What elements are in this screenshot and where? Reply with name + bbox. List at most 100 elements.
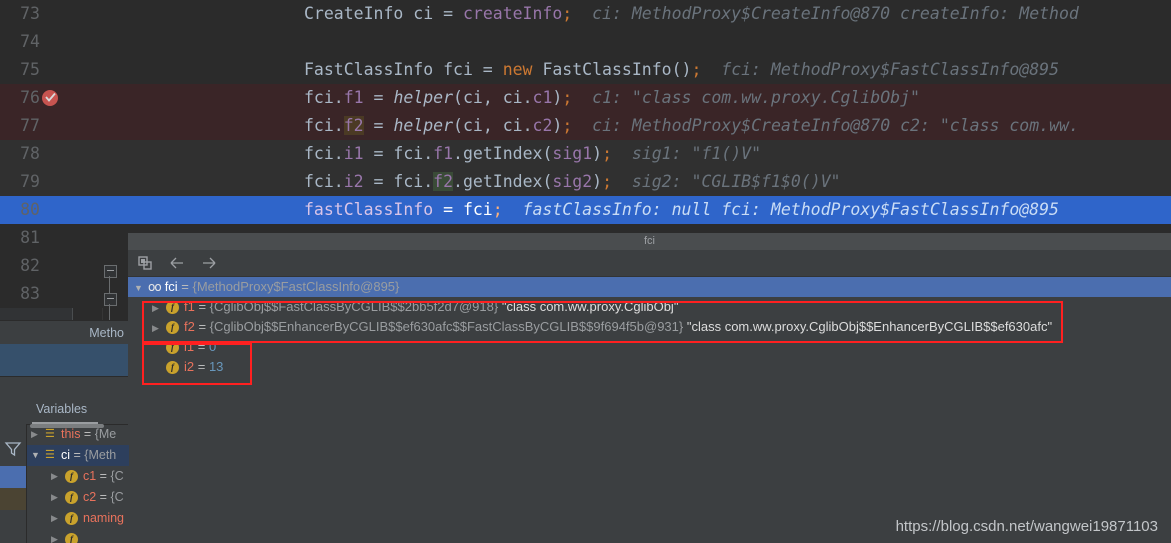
breadcrumb[interactable]: Metho (0, 320, 128, 344)
code-line[interactable]: 75 FastClassInfo fci = new FastClassInfo(… (0, 56, 1171, 84)
breakpoint-icon[interactable] (42, 90, 58, 106)
popup-toolbar[interactable] (128, 250, 1171, 277)
line-number: 79 (20, 172, 40, 191)
line-number: 74 (20, 32, 40, 51)
popup-tree-row[interactable]: ▼ oo fci = {MethodProxy$FastClassInfo@895} (128, 277, 1171, 297)
line-number: 82 (20, 256, 40, 275)
popup-tree-row[interactable]: ▶ f f2 = {CglibObj$$EnhancerByCGLIB$$ef630… (128, 317, 1171, 337)
line-number: 83 (20, 284, 40, 303)
equals-sign: = (194, 359, 209, 374)
variable-name: i2 (184, 359, 195, 374)
line-number: 75 (20, 60, 40, 79)
filter-icon[interactable] (4, 440, 22, 458)
line-number: 81 (20, 228, 40, 247)
chevron-down-icon[interactable]: ▼ (31, 445, 43, 466)
back-arrow-icon[interactable] (168, 254, 186, 272)
variable-reference: {MethodProxy$FastClassInfo@895} (192, 279, 400, 294)
inline-value-popup[interactable]: fci ▼ oo fci = {MethodProxy$FastClassInf… (128, 232, 1171, 401)
code-text: fci.i2 = fci.f2.getIndex(sig2); sig2: "C… (304, 172, 841, 191)
code-text: fci.i1 = fci.f1.getIndex(sig1); sig1: "f… (304, 144, 762, 163)
variable-name: f1 (184, 299, 195, 314)
field-icon: f (65, 512, 78, 526)
variables-tree-row[interactable]: ▶ ☰ this = {Me (27, 424, 129, 445)
variable-name: i1 (184, 339, 195, 354)
popup-title: fci (128, 233, 1171, 250)
popup-tree-row[interactable]: f i1 = 0 (128, 337, 1171, 357)
code-text: FastClassInfo fci = new FastClassInfo();… (304, 60, 1060, 79)
variable-reference: {CglibObj$$EnhancerByCGLIB$$ef630afc$$Fa… (209, 319, 684, 334)
chevron-right-icon[interactable]: ▶ (152, 298, 164, 317)
chevron-right-icon[interactable]: ▶ (51, 487, 63, 508)
code-line[interactable]: 78 fci.i1 = fci.f1.getIndex(sig1); sig1: … (0, 140, 1171, 168)
variable-name: c2 (83, 490, 97, 504)
line-number: 80 (20, 200, 40, 219)
variable-name: f2 (184, 319, 195, 334)
equals-sign: = (194, 339, 209, 354)
popup-tree-row[interactable]: f i2 = 13 (128, 357, 1171, 377)
code-text: CreateInfo ci = createInfo; ci: MethodPr… (304, 4, 1079, 23)
variable-number-value: 0 (208, 339, 217, 354)
chevron-right-icon[interactable]: ▶ (152, 318, 164, 337)
fold-marker[interactable] (104, 265, 117, 278)
tab-variables[interactable]: Variables (36, 402, 87, 416)
line-number: 77 (20, 116, 40, 135)
popup-variable-tree[interactable]: ▼ oo fci = {MethodProxy$FastClassInfo@895}… (128, 277, 1171, 377)
equals-sign: = (96, 490, 111, 504)
object-icon: oo (148, 280, 162, 294)
variables-tree-row[interactable]: ▶ f naming (27, 508, 129, 529)
chevron-right-icon[interactable]: ▶ (51, 529, 63, 543)
variable-string-value: "class com.ww.proxy.CglibObj$$EnhancerBy… (686, 319, 1053, 334)
field-icon: f (65, 533, 78, 543)
variable-name: naming (83, 511, 124, 525)
code-line[interactable]: 74 (0, 28, 1171, 56)
equals-sign: = (194, 319, 210, 334)
chevron-down-icon[interactable]: ▼ (134, 278, 146, 297)
code-line[interactable]: 73 CreateInfo ci = createInfo; ci: Method… (0, 0, 1171, 28)
variable-name: this (61, 427, 81, 441)
equals-sign: = (80, 427, 95, 441)
field-icon: f (166, 301, 179, 315)
fold-marker[interactable] (104, 293, 117, 306)
code-text: fci.f1 = helper(ci, ci.c1); c1: "class c… (304, 88, 920, 107)
line-number: 76 (20, 88, 40, 107)
field-icon: f (166, 321, 179, 335)
equals-sign: = (177, 279, 193, 294)
variables-tree-row[interactable]: ▶ f c1 = {C (27, 466, 129, 487)
line-number: 73 (20, 4, 40, 23)
inline-value-hint: sig2: "CGLIB$f1$0()V" (612, 172, 841, 191)
forward-arrow-icon[interactable] (200, 254, 218, 272)
rail-chip-selected (0, 466, 26, 488)
ide-debugger-screen: 73 CreateInfo ci = createInfo; ci: Method… (0, 0, 1171, 543)
variables-tree-row[interactable]: ▼ ☰ ci = {Meth (27, 445, 129, 466)
code-line[interactable]: 80 fastClassInfo = fci; fastClassInfo: nu… (0, 196, 1171, 224)
chevron-right-icon[interactable]: ▶ (51, 466, 63, 487)
field-icon: f (166, 341, 179, 355)
variables-tabbar[interactable]: Variables (0, 398, 128, 425)
code-line[interactable]: 76 fci.f1 = helper(ci, ci.c1); c1: "class… (0, 84, 1171, 112)
popup-tree-row[interactable]: ▶ f f1 = {CglibObj$$FastClassByCGLIB$$2bb5… (128, 297, 1171, 317)
copy-value-icon[interactable] (136, 254, 154, 272)
field-icon: f (65, 491, 78, 505)
inline-value-hint: ci: MethodProxy$CreateInfo@870 createInf… (572, 4, 1079, 23)
variables-tree-row[interactable]: ▶ f (27, 529, 129, 543)
code-line[interactable]: 79 fci.i2 = fci.f2.getIndex(sig2); sig2: … (0, 168, 1171, 196)
variables-tree-row[interactable]: ▶ f c2 = {C (27, 487, 129, 508)
variable-reference: {C (110, 469, 124, 483)
line-number: 78 (20, 144, 40, 163)
variables-tree[interactable]: ▶ ☰ this = {Me ▼ ☰ ci = {Meth ▶ f c1 = {C ▶ f c2 = … (26, 424, 129, 543)
chevron-right-icon[interactable]: ▶ (31, 424, 43, 445)
code-text: fci.f2 = helper(ci, ci.c2); ci: MethodPr… (304, 116, 1079, 135)
object-list-icon: ☰ (45, 428, 55, 441)
variable-name: fci (164, 279, 178, 294)
inline-value-hint: ci: MethodProxy$CreateInfo@870 c2: "clas… (572, 116, 1079, 135)
variable-name: c1 (83, 469, 97, 483)
chevron-right-icon[interactable]: ▶ (51, 508, 63, 529)
equals-sign: = (96, 469, 111, 483)
watermark-url: https://blog.csdn.net/wangwei19871103 (895, 518, 1158, 535)
equals-sign: = (194, 299, 210, 314)
equals-sign: = (70, 448, 85, 462)
code-line[interactable]: 77 fci.f2 = helper(ci, ci.c2); ci: Method… (0, 112, 1171, 140)
